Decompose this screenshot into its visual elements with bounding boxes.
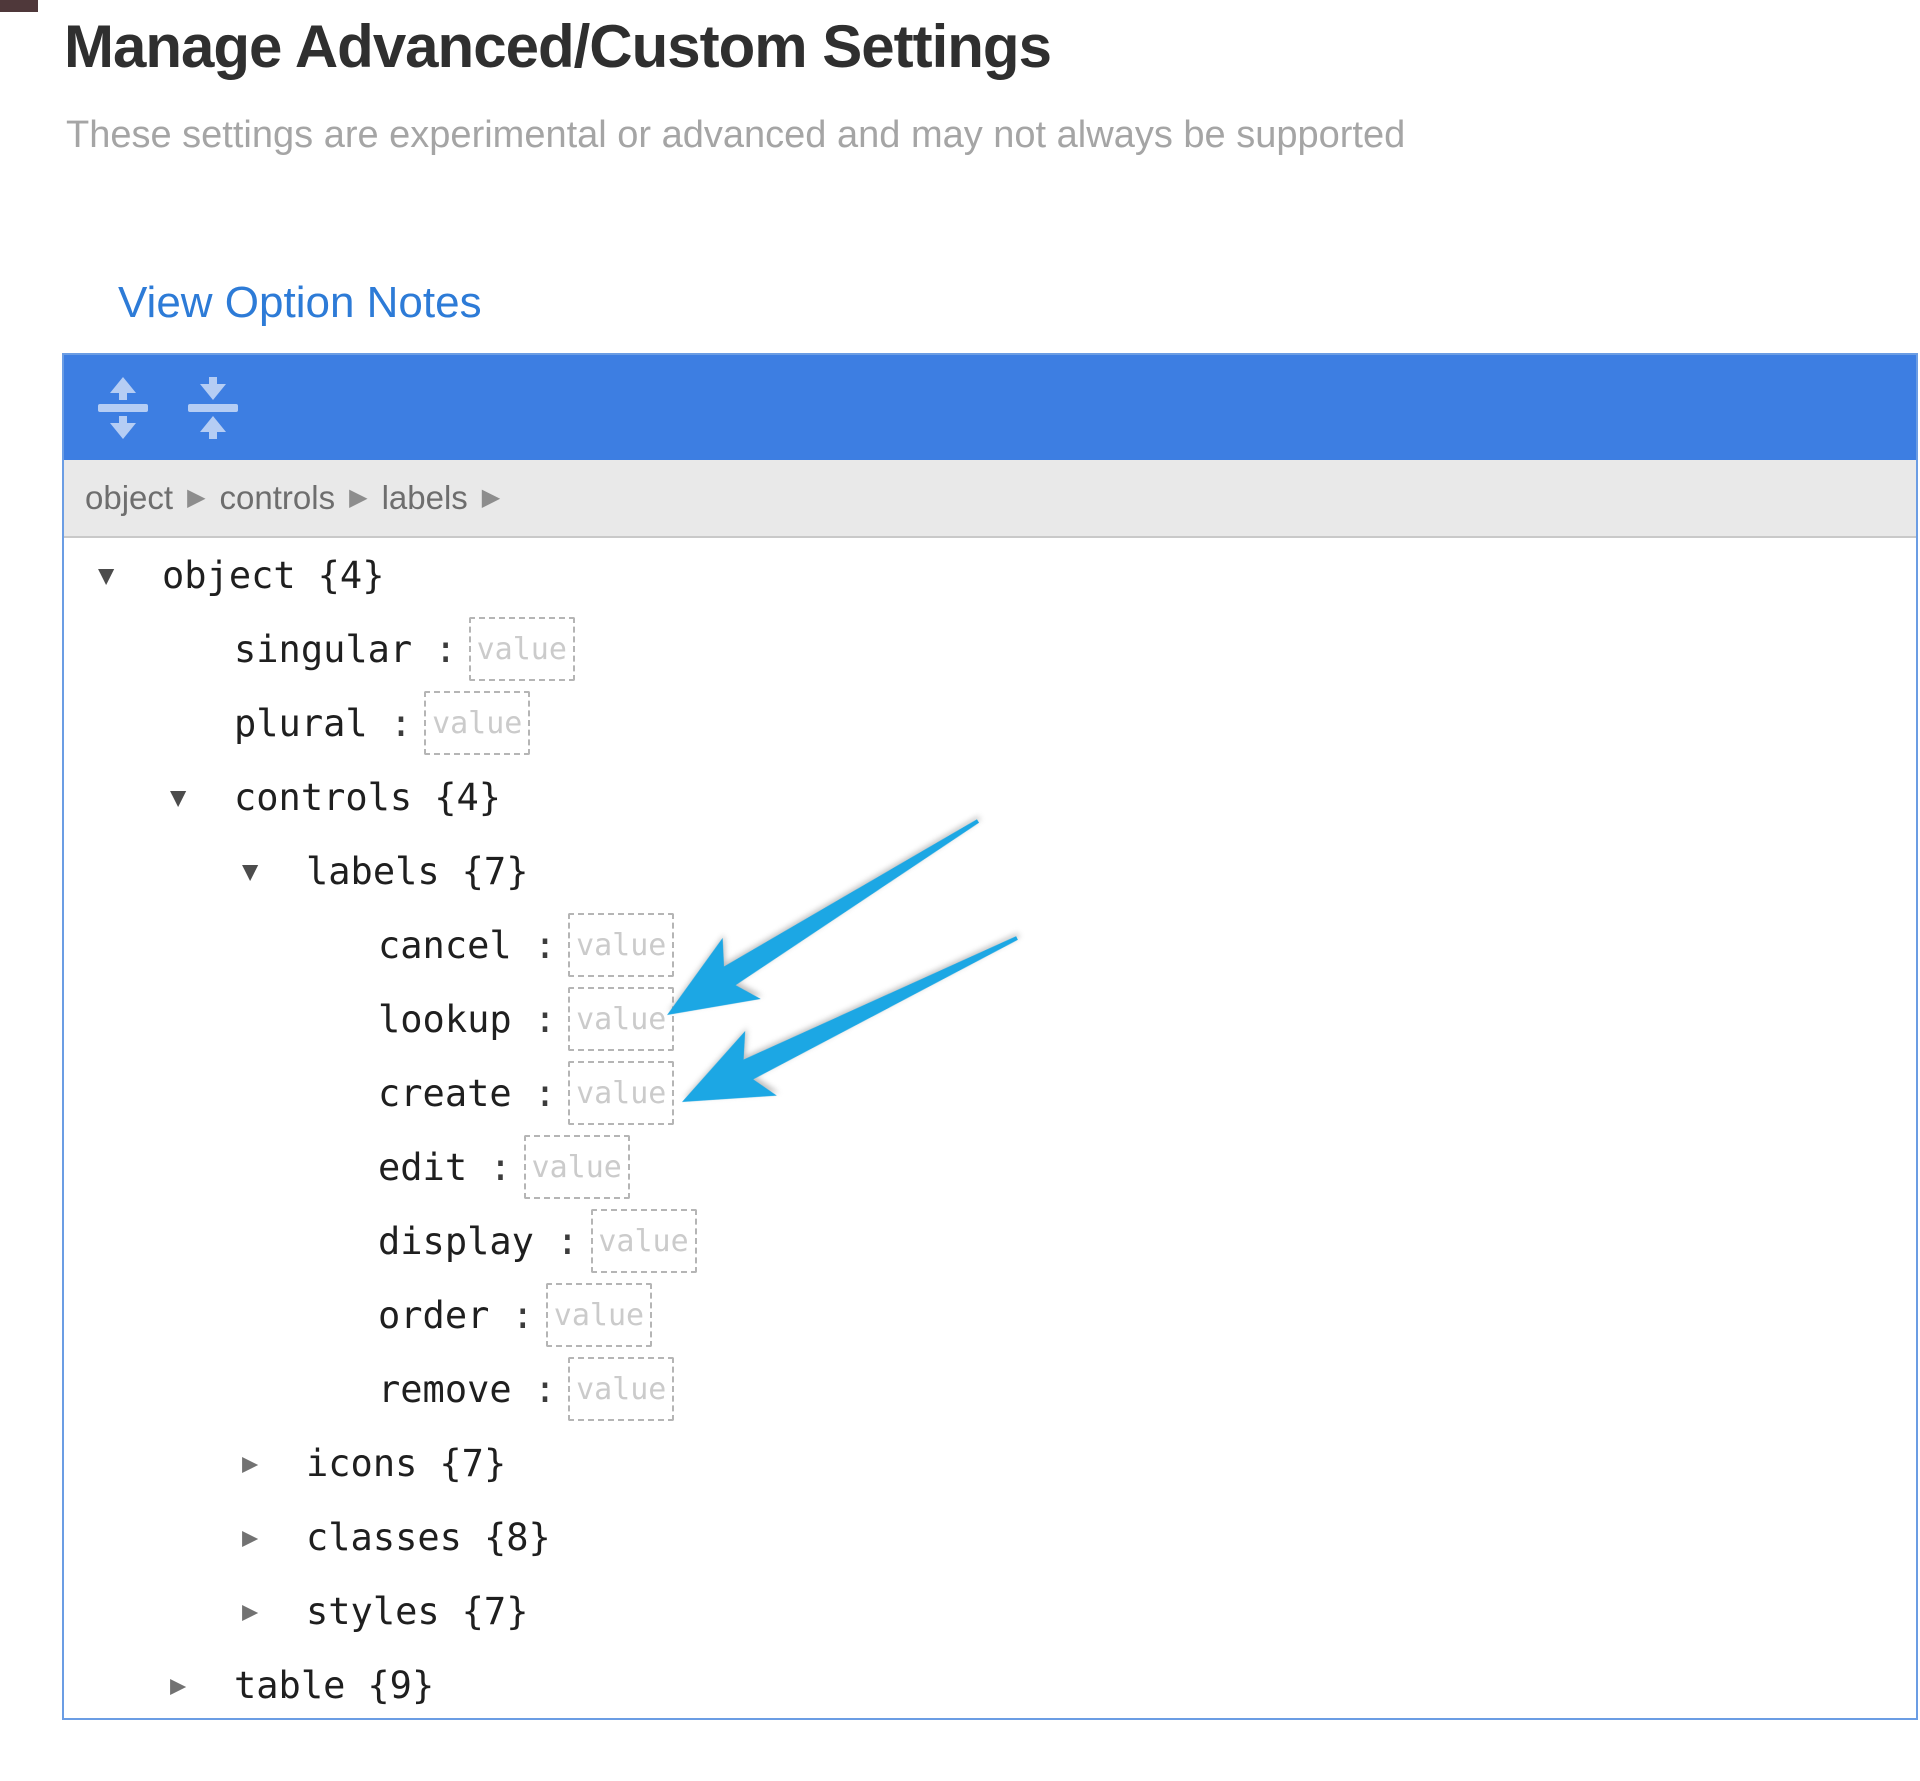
key-value-colon: : <box>512 924 557 967</box>
tree-row-cancel: cancel : value <box>64 908 1916 982</box>
tree-row-edit: edit : value <box>64 1130 1916 1204</box>
tree-row-lookup: lookup : value <box>64 982 1916 1056</box>
tree-row-plural: plural : value <box>64 686 1916 760</box>
tree-key-table: table <box>234 1664 345 1707</box>
collapse-vertical-icon <box>188 377 238 439</box>
tree-row-table: ▶table {9} <box>64 1648 1916 1720</box>
json-editor-panel: object▶controls▶labels▶ ▼object{4}singul… <box>62 353 1918 1720</box>
tree-key-classes: classes <box>306 1516 462 1559</box>
tree-key-object: object <box>162 554 296 597</box>
key-value-colon: : <box>534 1220 579 1263</box>
tree-row-display: display : value <box>64 1204 1916 1278</box>
tree-key-singular: singular <box>234 628 412 671</box>
key-value-colon: : <box>489 1294 534 1337</box>
expanded-toggle-icon-object[interactable]: ▼ <box>98 560 162 591</box>
tree-row-object: ▼object {4} <box>64 538 1916 612</box>
tree-row-create: create : value <box>64 1056 1916 1130</box>
tree-key-styles: styles <box>306 1590 440 1633</box>
view-option-notes-link[interactable]: View Option Notes <box>118 278 482 328</box>
tree-key-order: order <box>378 1294 489 1337</box>
tree-key-create: create <box>378 1072 512 1115</box>
key-value-colon: : <box>512 1072 557 1115</box>
tree-key-labels: labels <box>306 850 440 893</box>
key-value-colon: : <box>412 628 457 671</box>
breadcrumb-separator-icon: ▶ <box>187 483 205 512</box>
tree-key-cancel: cancel <box>378 924 512 967</box>
child-count-controls: {4} <box>434 776 501 819</box>
breadcrumb-separator-icon: ▶ <box>349 483 367 512</box>
tree-row-labels: ▼labels {7} <box>64 834 1916 908</box>
cropped-corner-artifact <box>0 0 38 12</box>
tree-key-display: display <box>378 1220 534 1263</box>
breadcrumb-item-controls[interactable]: controls <box>220 479 336 517</box>
value-box-plural[interactable]: value <box>424 691 530 755</box>
value-box-remove[interactable]: value <box>568 1357 674 1421</box>
value-box-create[interactable]: value <box>568 1061 674 1125</box>
breadcrumb-item-object[interactable]: object <box>85 479 173 517</box>
collapsed-toggle-icon-icons[interactable]: ▶ <box>242 1448 306 1479</box>
child-count-icons: {7} <box>439 1442 506 1485</box>
tree-key-edit: edit <box>378 1146 467 1189</box>
child-count-table: {9} <box>367 1664 434 1707</box>
collapsed-toggle-icon-classes[interactable]: ▶ <box>242 1522 306 1553</box>
json-tree: ▼object{4}singular :valueplural :value▼c… <box>64 538 1916 1720</box>
tree-key-remove: remove <box>378 1368 512 1411</box>
tree-key-lookup: lookup <box>378 998 512 1041</box>
child-count-styles: {7} <box>462 1590 529 1633</box>
collapsed-toggle-icon-table[interactable]: ▶ <box>170 1670 234 1701</box>
key-value-colon: : <box>467 1146 512 1189</box>
value-box-order[interactable]: value <box>546 1283 652 1347</box>
breadcrumb-item-labels[interactable]: labels <box>382 479 468 517</box>
page-title: Manage Advanced/Custom Settings <box>64 14 1051 80</box>
key-value-colon: : <box>512 998 557 1041</box>
expand-all-button[interactable] <box>92 372 154 444</box>
breadcrumb-separator-icon: ▶ <box>482 483 500 512</box>
json-editor-toolbar <box>64 355 1916 460</box>
value-box-lookup[interactable]: value <box>568 987 674 1051</box>
tree-row-styles: ▶styles {7} <box>64 1574 1916 1648</box>
key-value-colon: : <box>512 1368 557 1411</box>
tree-row-controls: ▼controls {4} <box>64 760 1916 834</box>
tree-key-icons: icons <box>306 1442 417 1485</box>
expanded-toggle-icon-controls[interactable]: ▼ <box>170 782 234 813</box>
collapse-all-button[interactable] <box>182 372 244 444</box>
value-box-singular[interactable]: value <box>469 617 575 681</box>
child-count-labels: {7} <box>462 850 529 893</box>
tree-row-classes: ▶classes {8} <box>64 1500 1916 1574</box>
child-count-classes: {8} <box>484 1516 551 1559</box>
tree-key-controls: controls <box>234 776 412 819</box>
value-box-display[interactable]: value <box>591 1209 697 1273</box>
collapsed-toggle-icon-styles[interactable]: ▶ <box>242 1596 306 1627</box>
breadcrumb: object ▶ controls ▶ labels ▶ <box>64 460 1916 538</box>
tree-row-icons: ▶icons {7} <box>64 1426 1916 1500</box>
value-box-cancel[interactable]: value <box>568 913 674 977</box>
tree-row-remove: remove : value <box>64 1352 1916 1426</box>
tree-row-singular: singular : value <box>64 612 1916 686</box>
key-value-colon: : <box>368 702 413 745</box>
child-count-object: {4} <box>318 554 385 597</box>
value-box-edit[interactable]: value <box>524 1135 630 1199</box>
tree-key-plural: plural <box>234 702 368 745</box>
expand-vertical-icon <box>98 377 148 439</box>
page-subtitle: These settings are experimental or advan… <box>66 112 1405 158</box>
tree-row-order: order : value <box>64 1278 1916 1352</box>
expanded-toggle-icon-labels[interactable]: ▼ <box>242 856 306 887</box>
